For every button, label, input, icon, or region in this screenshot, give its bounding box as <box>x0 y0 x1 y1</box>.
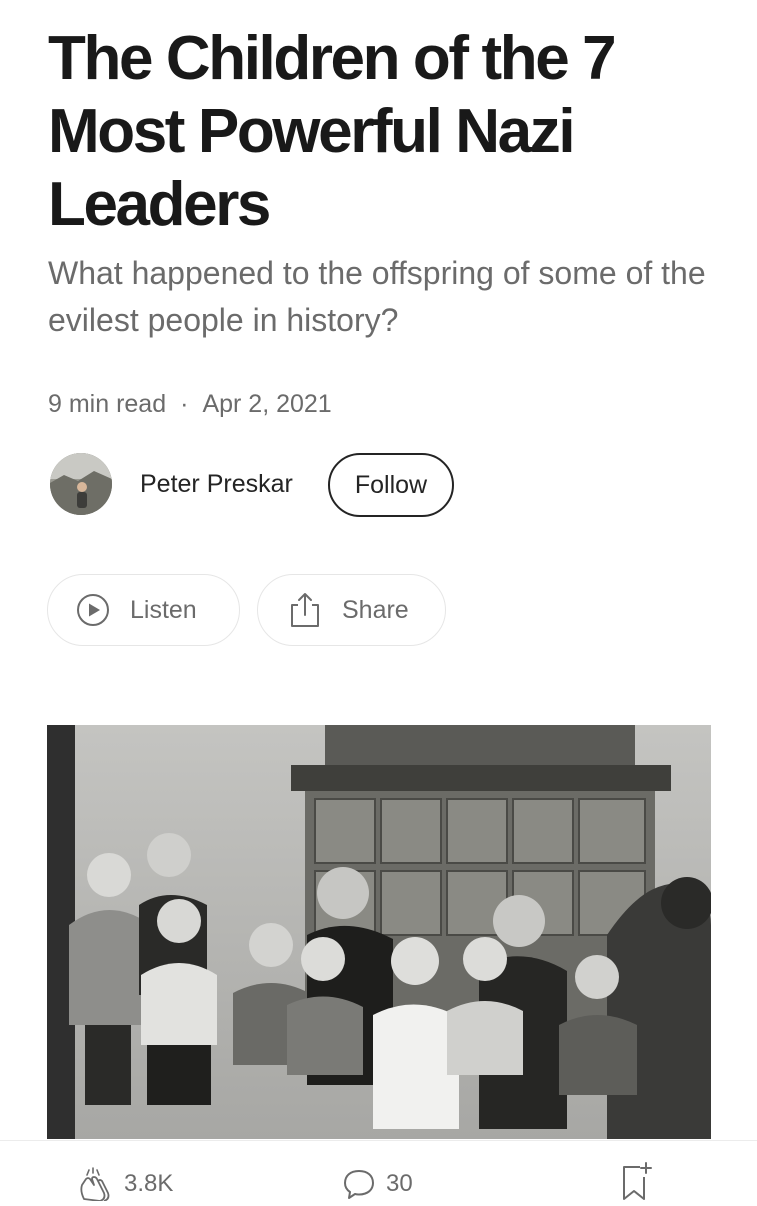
clap-button[interactable]: 3.8K <box>78 1167 173 1201</box>
engagement-bar: 3.8K 30 <box>0 1140 757 1201</box>
author-avatar[interactable] <box>50 453 112 515</box>
listen-button[interactable]: Listen <box>47 574 240 646</box>
article-meta: 9 min read · Apr 2, 2021 <box>48 390 332 419</box>
article-hero-image <box>47 725 711 1139</box>
clap-icon <box>78 1167 114 1201</box>
clap-count: 3.8K <box>124 1170 174 1197</box>
responses-button[interactable]: 30 <box>342 1167 413 1201</box>
play-circle-icon <box>76 593 110 627</box>
response-count: 30 <box>386 1170 413 1197</box>
speech-bubble-icon <box>342 1167 376 1201</box>
author-name[interactable]: Peter Preskar <box>140 470 293 499</box>
article-title: The Children of the 7 Most Powerful Nazi… <box>48 24 617 239</box>
bookmark-add-icon[interactable] <box>620 1161 652 1206</box>
publish-date: Apr 2, 2021 <box>202 390 332 418</box>
follow-button[interactable]: Follow <box>328 453 454 517</box>
read-time: 9 min read <box>48 390 167 418</box>
meta-separator: · <box>180 390 189 418</box>
share-icon <box>288 591 322 629</box>
share-label: Share <box>342 595 409 624</box>
share-button[interactable]: Share <box>257 574 446 646</box>
listen-label: Listen <box>130 595 197 624</box>
article-subtitle: What happened to the offspring of some o… <box>48 255 706 338</box>
